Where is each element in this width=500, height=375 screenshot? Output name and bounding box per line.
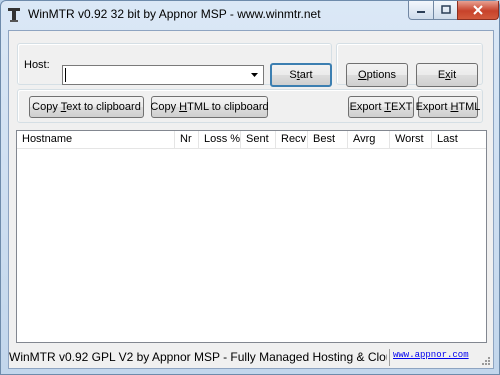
resize-grip-icon[interactable] — [481, 356, 491, 366]
host-group: Host: Start — [17, 43, 332, 87]
exit-label: Exit — [437, 69, 457, 81]
maximize-button[interactable] — [433, 1, 458, 20]
export-html-button[interactable]: Export HTML — [415, 96, 481, 118]
app-window: WinMTR v0.92 32 bit by Appnor MSP - www.… — [0, 0, 500, 375]
exit-button[interactable]: Exit — [416, 63, 478, 87]
host-combobox[interactable] — [62, 65, 264, 85]
close-icon — [473, 5, 483, 15]
column-avrg[interactable]: Avrg — [348, 131, 390, 148]
host-dropdown-button[interactable] — [247, 67, 262, 83]
text-caret — [65, 68, 66, 82]
copy-html-label: Copy HTML to clipboard — [150, 101, 269, 113]
options-button[interactable]: Options — [346, 63, 408, 87]
status-separator — [389, 349, 390, 366]
start-button[interactable]: Start — [270, 63, 332, 87]
export-group: Copy Text to clipboard Copy HTML to clip… — [17, 89, 483, 123]
column-best[interactable]: Best — [308, 131, 348, 148]
title-bar[interactable]: WinMTR v0.92 32 bit by Appnor MSP - www.… — [1, 1, 499, 29]
chevron-down-icon — [251, 73, 258, 77]
winmtr-app-icon — [8, 8, 20, 22]
start-label: Start — [289, 69, 313, 81]
column-loss[interactable]: Loss % — [199, 131, 241, 148]
export-html-label: Export HTML — [415, 101, 481, 113]
client-area: Host: Start Options Exit Copy Text to cl… — [8, 30, 494, 369]
export-text-button[interactable]: Export TEXT — [348, 96, 414, 118]
appnor-link[interactable]: www.appnor.com — [393, 350, 469, 360]
minimize-button[interactable] — [408, 1, 434, 20]
status-bar: WinMTR v0.92 GPL V2 by Appnor MSP - Full… — [9, 347, 493, 368]
minimize-icon — [417, 11, 425, 13]
results-table[interactable]: Hostname Nr Loss % Sent Recv Best Avrg W… — [16, 130, 487, 343]
copy-text-button[interactable]: Copy Text to clipboard — [29, 96, 144, 118]
window-title: WinMTR v0.92 32 bit by Appnor MSP - www.… — [28, 7, 321, 21]
column-worst[interactable]: Worst — [390, 131, 432, 148]
column-sent[interactable]: Sent — [241, 131, 276, 148]
column-hostname[interactable]: Hostname — [17, 131, 175, 148]
copy-html-button[interactable]: Copy HTML to clipboard — [150, 96, 269, 118]
options-label: Options — [358, 69, 396, 81]
column-last[interactable]: Last — [432, 131, 486, 148]
export-text-label: Export TEXT — [349, 101, 413, 113]
table-header: Hostname Nr Loss % Sent Recv Best Avrg W… — [17, 131, 486, 149]
status-text: WinMTR v0.92 GPL V2 by Appnor MSP - Full… — [9, 350, 387, 364]
host-label: Host: — [24, 59, 50, 71]
column-nr[interactable]: Nr — [175, 131, 199, 148]
maximize-icon — [440, 5, 451, 14]
options-group: Options Exit — [336, 43, 483, 87]
close-button[interactable] — [457, 1, 499, 20]
column-recv[interactable]: Recv — [276, 131, 308, 148]
copy-text-label: Copy Text to clipboard — [32, 101, 141, 113]
